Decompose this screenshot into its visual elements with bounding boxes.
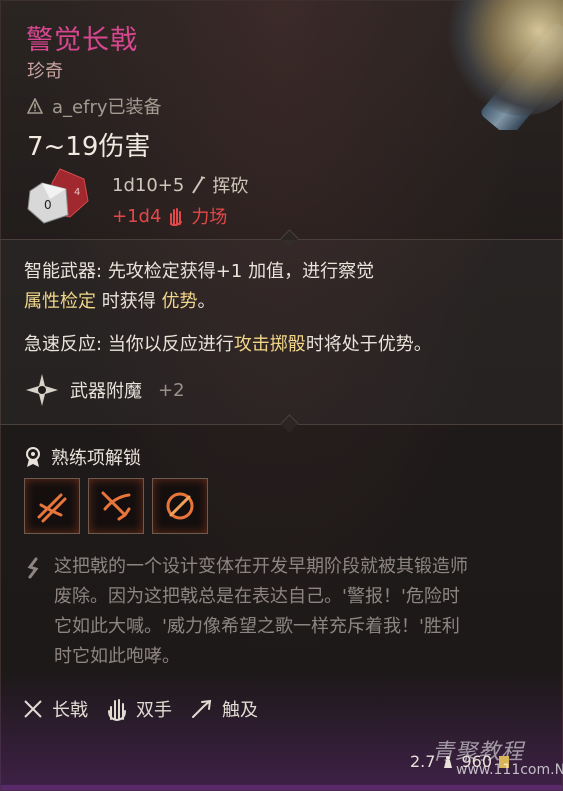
weapon-enchantment: 武器附魔 +2	[24, 372, 185, 408]
roll-force: +1d4 力场	[112, 203, 227, 229]
property-two-handed: 双手	[106, 696, 172, 722]
enchant-bonus: +2	[158, 379, 185, 401]
proficiency-label: 熟练项解锁	[51, 448, 141, 469]
enchant-label: 武器附魔	[70, 381, 142, 402]
property-halberd: 长戟	[22, 696, 88, 722]
weapon-actions	[24, 478, 208, 534]
roll-damage-type: 力场	[191, 207, 228, 228]
reach-icon	[192, 699, 212, 718]
slash-icon	[192, 176, 206, 194]
roll-damage-type: 挥砍	[212, 176, 249, 197]
roll-dice: 1d10+5	[112, 174, 185, 196]
weight-icon	[444, 755, 453, 768]
item-name: 警觉长戟	[26, 25, 138, 56]
weapon-properties: 长戟 双手 触及	[22, 696, 258, 722]
property-reach: 触及	[190, 696, 258, 722]
action-lacerate[interactable]	[24, 478, 80, 534]
action-cleave[interactable]	[88, 478, 144, 534]
roll-dice: +1d4	[112, 205, 162, 227]
proficiency-unlock: 熟练项解锁	[24, 444, 141, 470]
ability-smart-weapon: 智能武器: 先攻检定获得+1 加值，进行察觉 属性检定 时获得 优势。	[24, 261, 375, 312]
pommel-strike-icon	[166, 492, 194, 520]
action-pommel-strike[interactable]	[152, 478, 208, 534]
lacerate-icon	[37, 493, 67, 523]
flavor-text: 这把戟的一个设计变体在开发早期阶段就被其锻造师 废除。因为这把戟总是在表达自己。…	[54, 556, 468, 667]
halberd-icon	[24, 700, 42, 718]
two-handed-icon	[108, 699, 126, 721]
item-weight: 2.7	[410, 752, 436, 771]
divider	[0, 414, 563, 433]
warning-icon	[27, 98, 43, 114]
damage-range: 7~19伤害	[27, 132, 151, 162]
medal-icon	[26, 447, 40, 467]
dice-icon: 0 4	[27, 168, 89, 224]
svg-text:0: 0	[44, 198, 52, 212]
watermark-url: www.111com.Net	[456, 762, 563, 778]
equipped-status: a_efry已装备	[27, 93, 162, 119]
enchant-icon	[26, 374, 58, 406]
item-art	[433, 0, 563, 130]
item-tooltip: 警觉长戟 珍奇 a_efry已装备 7~19伤害 0 4 1d10+5 挥砍 +…	[0, 0, 563, 791]
quote-icon	[27, 557, 39, 579]
equipped-label: a_efry已装备	[52, 97, 162, 118]
item-rarity: 珍奇	[27, 61, 63, 82]
roll-slashing: 1d10+5 挥砍	[112, 172, 248, 198]
force-hand-icon	[170, 208, 183, 226]
ability-haste-reaction: 急速反应: 当你以反应进行攻击掷骰时将处于优势。	[24, 334, 432, 355]
cleave-icon	[101, 491, 131, 521]
svg-text:4: 4	[74, 187, 80, 198]
